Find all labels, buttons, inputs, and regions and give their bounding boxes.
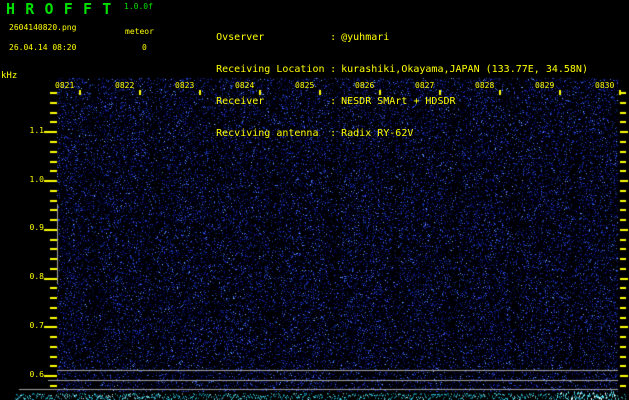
freq-tick-label: 0.6 — [29, 370, 44, 379]
freq-axis-unit: kHz — [1, 71, 18, 81]
info-value: NESDR SMArt + HDSDR — [341, 96, 456, 107]
info-label: Recviving antenna — [216, 128, 319, 139]
info-label: Receiver — [216, 96, 265, 107]
info-row-observer: Ovserver: @yuhmari — [180, 23, 588, 43]
time-tick-label: 0822 — [115, 81, 135, 90]
time-tick-label: 0830 — [595, 81, 615, 90]
time-tick-label: 0826 — [355, 81, 375, 90]
freq-tick-label: 0.7 — [29, 321, 44, 330]
time-tick-label: 0829 — [535, 81, 555, 90]
info-row-antenna: Recviving antenna: Radix RY-62V — [180, 119, 588, 139]
meteor-counter-label: meteor — [125, 27, 154, 36]
time-tick-label: 0825 — [295, 81, 315, 90]
info-label: Ovserver — [216, 32, 265, 43]
freq-tick-label: 1.1 — [29, 126, 44, 135]
time-tick-label: 0828 — [475, 81, 495, 90]
info-row-location: Receiving Location: kurashiki,Okayama,JAP… — [180, 55, 588, 75]
freq-tick-label: 1.0 — [29, 175, 44, 184]
freq-tick-label: 0.8 — [29, 272, 44, 281]
time-tick-label: 0823 — [175, 81, 195, 90]
freq-tick-label: 0.9 — [29, 223, 44, 232]
app-title: H R O F F T — [6, 0, 112, 18]
meteor-counter-value: 0 — [142, 43, 147, 52]
output-filename: 2604140820.png — [9, 23, 77, 32]
info-separator: : — [330, 32, 337, 43]
info-separator: : — [330, 64, 337, 75]
info-value: kurashiki,Okayama,JAPAN (133.77E, 34.58N… — [341, 64, 588, 75]
observer-info-block: Ovserver: @yuhmari Receiving Location: kur… — [180, 3, 588, 151]
info-separator: : — [330, 128, 337, 139]
observation-datetime: 26.04.14 08:20 — [9, 43, 77, 52]
app-version: 1.0.0f — [124, 2, 153, 11]
info-value: @yuhmari — [341, 32, 390, 43]
info-label: Receiving Location — [216, 64, 325, 75]
time-tick-label: 0827 — [415, 81, 435, 90]
hrofft-window: H R O F F T 1.0.0f 2604140820.png meteor… — [0, 0, 629, 400]
info-value: Radix RY-62V — [341, 128, 414, 139]
time-tick-label: 0824 — [235, 81, 255, 90]
info-separator: : — [330, 96, 337, 107]
time-tick-label: 0821 — [55, 81, 75, 90]
